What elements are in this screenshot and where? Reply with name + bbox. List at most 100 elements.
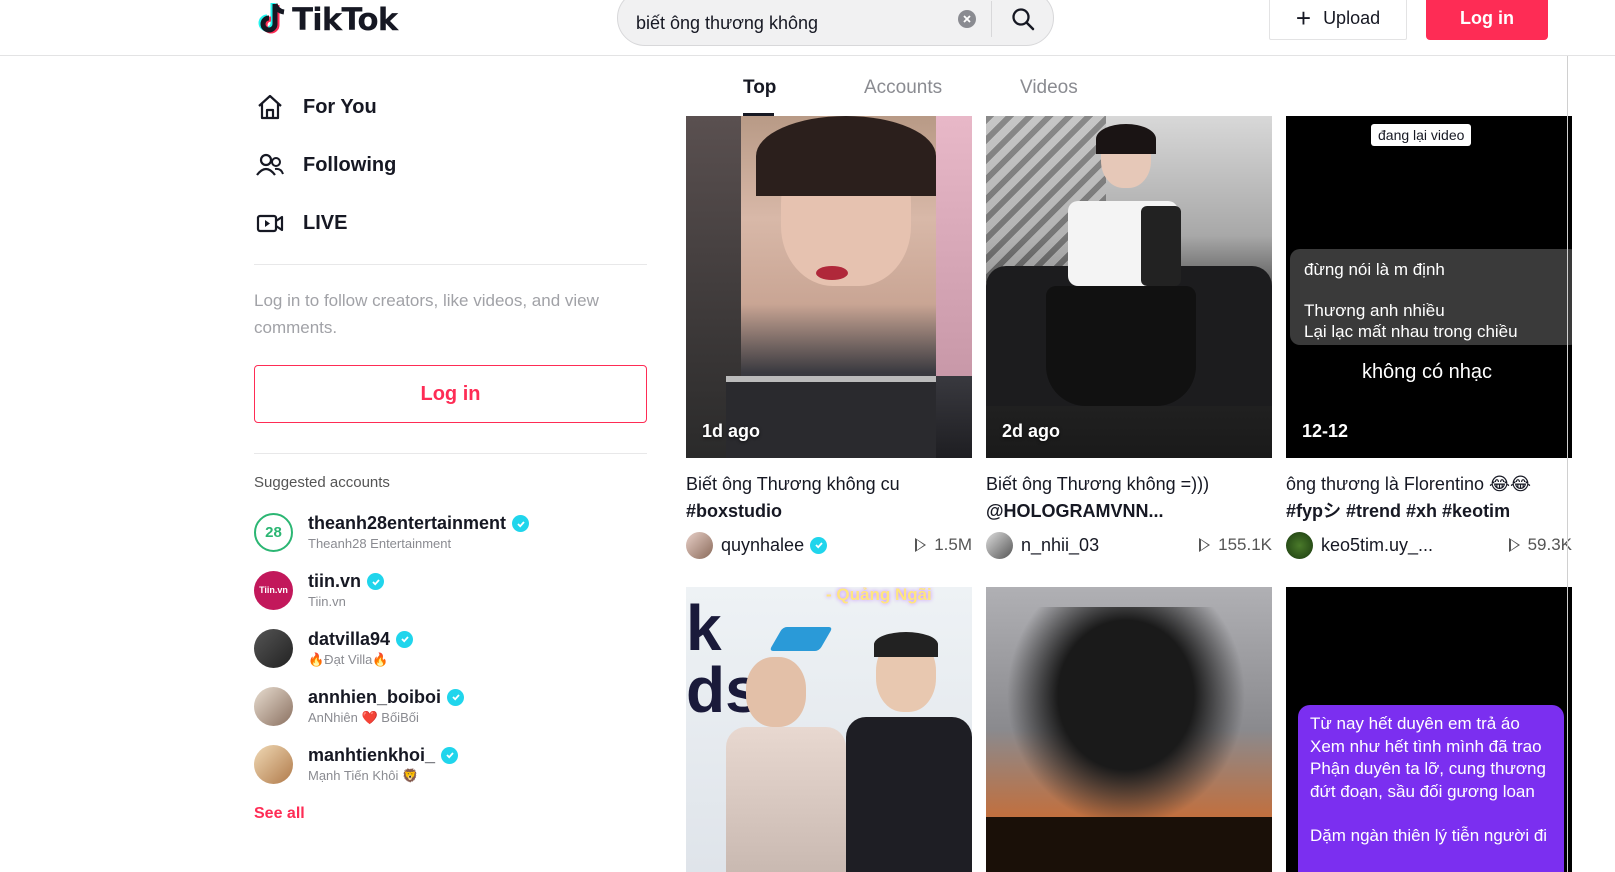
login-button-header[interactable]: Log in [1426,0,1548,40]
login-button-sidebar[interactable]: Log in [254,365,647,423]
thumbnail-line: Lại lạc mất nhau trong chiều [1304,322,1518,341]
top-bar: TikTok + Upload Log in [0,0,1615,56]
following-icon [254,149,286,181]
suggested-account[interactable]: datvilla94 🔥Đạt Villa🔥 [254,619,647,677]
video-thumbnail[interactable]: - Quảng Ngãi k ds [686,587,972,872]
search-button[interactable] [998,0,1048,39]
tiktok-note-icon [258,3,285,34]
lyrics-panel: Từ nay hết duyên em trả áo Xem như hết t… [1298,705,1564,872]
live-icon [254,207,286,239]
nav-label: Following [303,153,397,176]
verified-icon [447,688,464,706]
logo-text: TikTok [292,2,398,38]
home-icon [254,91,286,123]
verified-icon [396,630,414,648]
search-bar [617,0,1054,46]
video-date: 12-12 [1302,421,1349,441]
lyric-line: Dặm ngàn thiên lý tiễn người đi [1310,826,1548,845]
clear-search-icon[interactable] [958,10,976,28]
verified-icon [512,515,530,532]
video-meta: keo5tim.uy_... 59.3K [1286,531,1572,559]
video-description: Biết ông Thương không cu #boxstudio [686,474,900,521]
avatar [254,744,293,784]
author-name[interactable]: n_nhii_03 [1021,535,1199,556]
video-card[interactable]: 2d ago Biết ông Thương không =))) @HOLOGR… [986,116,1272,559]
verified-icon [441,746,459,764]
account-username: annhien_boiboi [308,687,464,708]
sidebar-divider [254,264,647,265]
nav-for-you[interactable]: For You [254,78,647,136]
suggested-account[interactable]: manhtienkhoi_ Mạnh Tiến Khôi 🦁 [254,735,647,793]
tiktok-logo[interactable]: TikTok [258,0,398,40]
thumbnail-caption: không có nhạc [1361,361,1493,383]
plus-icon: + [1295,3,1312,33]
thumbnail-line: đừng nói là m định [1304,260,1445,279]
play-icon [915,538,927,552]
thumbnail-line: Thương anh nhiều [1304,301,1445,320]
account-username: manhtienkhoi_ [308,745,459,766]
thumbnail-text: - Quảng Ngãi [826,587,932,604]
avatar [254,686,293,726]
suggested-accounts-title: Suggested accounts [254,474,390,491]
video-card[interactable] [986,587,1272,872]
scrollbar-track[interactable] [1567,56,1568,872]
video-thumbnail[interactable]: 2d ago [986,116,1272,458]
suggested-account[interactable]: 28 theanh28entertainment Theanh28 Entert… [254,503,647,561]
view-count: 1.5M [915,535,972,555]
suggested-account[interactable]: annhien_boiboi AnNhiên ❤️ BốiBối [254,677,647,735]
video-date: 2d ago [1002,421,1061,441]
author-name[interactable]: quynhalee [721,535,915,556]
video-description: ông thương là Florentino 😂😂 #fypシ #trend … [1286,474,1532,521]
see-all-link[interactable]: See all [254,805,647,823]
nav-label: For You [303,95,377,118]
video-card[interactable]: 1d ago Biết ông Thương không cu #boxstudi… [686,116,972,559]
play-icon [1508,538,1520,552]
nav-following[interactable]: Following [254,136,647,194]
lyric-line: Từ nay hết duyên em trả áo [1310,714,1520,733]
account-username: datvilla94 [308,629,414,650]
video-thumbnail[interactable]: Từ nay hết duyên em trả áo Xem như hết t… [1286,587,1572,872]
lyric-line: đứt đoạn, sầu đối gương loan [1310,781,1535,801]
view-count: 59.3K [1508,535,1572,555]
tab-top[interactable]: Top [743,77,776,99]
thumbnail-tag: đang lại video [1371,124,1472,146]
lyric-line: Xem như hết tình mình đã trao [1310,736,1542,756]
thumbnail-text-panel: đừng nói là m định Thương anh nhiều Lại … [1290,249,1572,345]
video-thumbnail[interactable] [986,587,1272,872]
play-icon [1199,538,1211,552]
avatar [254,628,293,668]
nav-live[interactable]: LIVE [254,194,647,252]
sidebar: For You Following LIVE Log in to follow … [254,56,647,823]
search-divider [991,1,992,37]
author-avatar[interactable] [686,531,713,559]
video-thumbnail[interactable]: 1d ago [686,116,972,458]
video-thumbnail[interactable]: đang lại video đừng nói là m định Thương… [1286,116,1572,458]
login-hint: Log in to follow creators, like videos, … [254,291,599,337]
video-card[interactable]: đang lại video đừng nói là m định Thương… [1286,116,1572,559]
suggested-account[interactable]: Tiin.vn tiin.vn Tiin.vn [254,561,647,619]
account-username: tiin.vn [308,571,384,592]
search-input[interactable] [636,7,936,39]
avatar: Tiin.vn [254,570,293,610]
video-card[interactable]: Từ nay hết duyên em trả áo Xem như hết t… [1286,587,1572,872]
video-description: Biết ông Thương không =))) @HOLOGRAMVNN..… [986,474,1210,521]
account-display-name: Mạnh Tiến Khôi 🦁 [308,767,419,783]
upload-button[interactable]: + Upload [1269,0,1407,40]
video-date: 1d ago [702,421,761,441]
video-meta: quynhalee 1.5M [686,531,972,559]
video-card[interactable]: - Quảng Ngãi k ds [686,587,972,872]
author-avatar[interactable] [986,531,1013,559]
account-display-name: 🔥Đạt Villa🔥 [308,651,389,667]
tab-accounts[interactable]: Accounts [864,77,942,99]
tab-videos[interactable]: Videos [1020,77,1078,99]
account-display-name: AnNhiên ❤️ BốiBối [308,709,419,725]
account-display-name: Tiin.vn [308,594,346,609]
sidebar-divider [254,453,647,454]
verified-icon [367,573,384,590]
author-avatar[interactable] [1286,531,1313,559]
video-meta: n_nhii_03 155.1K [986,531,1272,559]
nav-label: LIVE [303,211,348,234]
view-count: 155.1K [1199,535,1272,555]
author-name[interactable]: keo5tim.uy_... [1321,535,1509,556]
avatar: 28 [254,512,293,552]
